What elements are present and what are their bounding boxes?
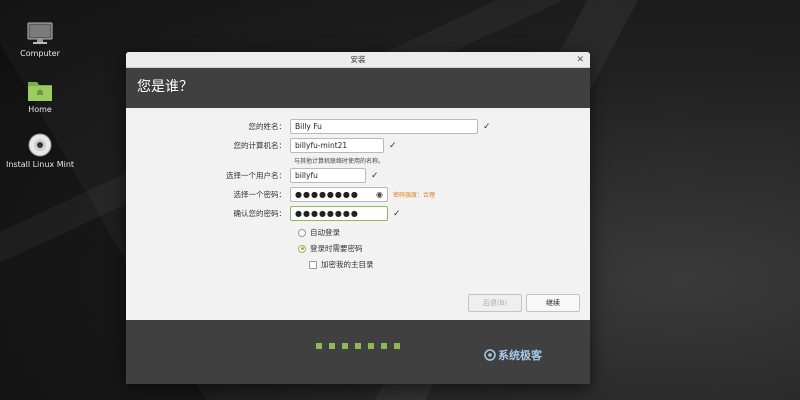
option-require-password-label: 登录时需要密码: [310, 244, 363, 253]
password-strength: 密码强度：合理: [393, 192, 436, 199]
password-input[interactable]: ●●●●●●●● ◉: [290, 187, 388, 202]
name-label: 您的姓名：: [248, 122, 287, 131]
window-title: 安装: [350, 55, 366, 64]
watermark: 系统极客: [484, 347, 542, 363]
username-row: 选择一个用户名： billyfu ✓: [126, 168, 379, 183]
check-icon: ✓: [389, 140, 397, 151]
desktop-icon-home[interactable]: Home: [0, 78, 80, 114]
name-input[interactable]: Billy Fu: [290, 119, 478, 134]
option-encrypt-home[interactable]: 加密我的主目录: [309, 259, 374, 270]
computer-name-hint: 与其他计算机联络时使用的名称。: [294, 158, 385, 165]
radio-require-password[interactable]: [298, 244, 306, 253]
close-icon[interactable]: ✕: [576, 52, 584, 68]
page-title: 您是谁？: [137, 79, 193, 95]
watermark-logo-icon: [484, 349, 496, 361]
progress-dot: [316, 343, 322, 349]
password-row: 选择一个密码： ●●●●●●●● ◉ 密码强度：合理: [126, 187, 435, 202]
progress-dot: [342, 343, 348, 349]
watermark-text: 系统极客: [498, 349, 542, 362]
progress-dot: [394, 343, 400, 349]
computer-name-label: 您的计算机名：: [233, 141, 287, 150]
computer-name-row: 您的计算机名： billyfu-mint21 ✓: [126, 138, 397, 153]
computer-name-input[interactable]: billyfu-mint21: [290, 138, 384, 153]
progress-dot: [355, 343, 361, 349]
progress-dot: [381, 343, 387, 349]
checkbox-encrypt-home[interactable]: [309, 260, 317, 269]
option-require-password[interactable]: 登录时需要密码: [298, 243, 363, 254]
username-label: 选择一个用户名：: [226, 171, 286, 180]
check-icon: ✓: [371, 170, 379, 181]
check-icon: ✓: [393, 208, 401, 219]
eye-icon[interactable]: ◉: [376, 188, 384, 201]
check-icon: ✓: [483, 121, 491, 132]
desktop-icon-label: Home: [28, 105, 52, 114]
user-form: 您的姓名： Billy Fu ✓ 您的计算机名： billyfu-mint21 …: [126, 108, 590, 320]
progress-dot: [368, 343, 374, 349]
desktop-icon-label: Install Linux Mint: [5, 160, 75, 169]
back-button[interactable]: 后退(B): [468, 294, 522, 312]
installer-window: 安装 ✕ 您是谁？ 您的姓名： Billy Fu ✓ 您的计算机名： billy…: [126, 52, 590, 384]
home-folder-icon: [28, 82, 52, 101]
name-row: 您的姓名： Billy Fu ✓: [126, 119, 491, 134]
confirm-password-label: 确认您的密码：: [233, 209, 287, 218]
option-encrypt-home-label: 加密我的主目录: [321, 260, 374, 269]
computer-icon: [27, 22, 53, 44]
desktop-icon-label: Computer: [20, 49, 60, 58]
password-label: 选择一个密码：: [233, 190, 287, 199]
continue-button[interactable]: 继续: [526, 294, 580, 312]
option-autologin[interactable]: 自动登录: [298, 227, 340, 238]
confirm-password-row: 确认您的密码： ●●●●●●●● ✓: [126, 206, 401, 221]
window-titlebar[interactable]: 安装 ✕: [126, 52, 590, 68]
progress-dot: [329, 343, 335, 349]
username-input[interactable]: billyfu: [290, 168, 366, 183]
desktop-icon-computer[interactable]: Computer: [0, 22, 80, 58]
password-value: ●●●●●●●●: [295, 190, 359, 199]
disc-icon: [28, 133, 52, 157]
progress-footer: 系统极客: [126, 320, 590, 384]
confirm-password-input[interactable]: ●●●●●●●●: [290, 206, 388, 221]
progress-dots: [316, 343, 407, 349]
option-autologin-label: 自动登录: [310, 228, 340, 237]
page-header: 您是谁？: [126, 68, 590, 108]
radio-autologin[interactable]: [298, 228, 306, 237]
desktop-icon-install-linux-mint[interactable]: Install Linux Mint: [0, 133, 80, 169]
